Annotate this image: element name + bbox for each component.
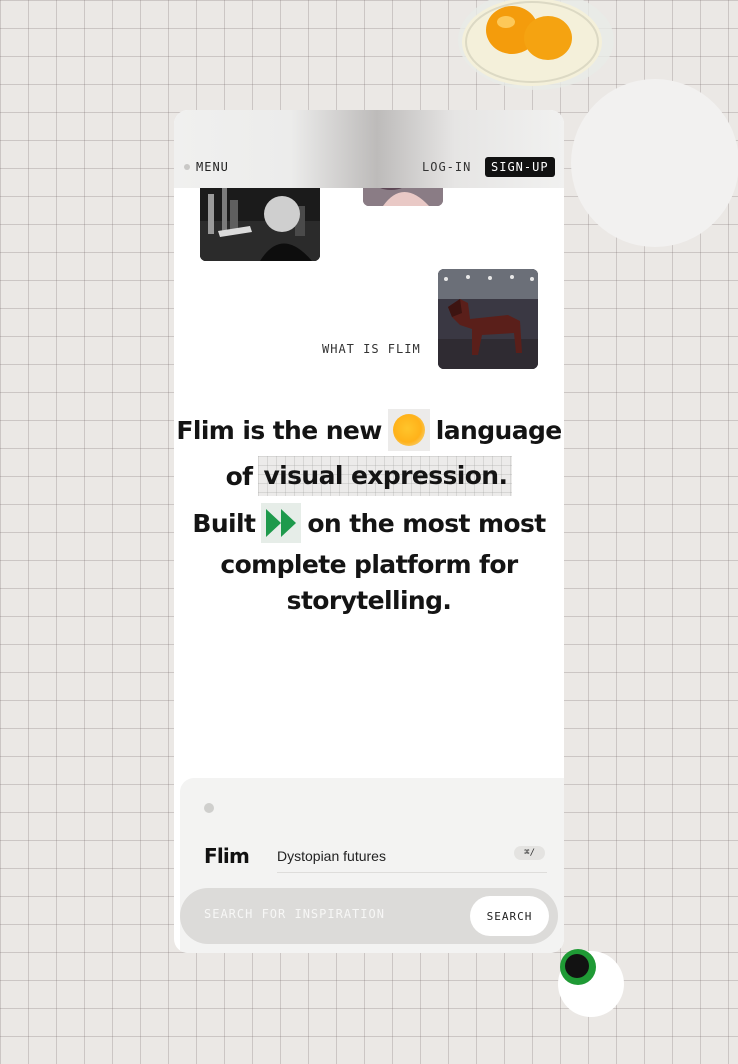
film-still-horse-image[interactable] bbox=[438, 269, 538, 369]
headline-text: of bbox=[225, 461, 253, 491]
fast-forward-icon bbox=[266, 509, 297, 537]
search-panel: Flim Dystopian futures ⌘/ SEARCH bbox=[180, 778, 564, 953]
search-button[interactable]: SEARCH bbox=[470, 896, 549, 936]
headline-line-3: Built on the most most bbox=[174, 500, 564, 546]
search-bar: SEARCH bbox=[180, 888, 558, 944]
headline-line-4: complete platform for bbox=[174, 546, 564, 582]
login-link[interactable]: LOG-IN bbox=[422, 160, 471, 174]
headline-line-1: Flim is the new language bbox=[174, 408, 564, 452]
main-card: MENU LOG-IN SIGN-UP WHAT IS FLIM Flim is… bbox=[174, 110, 564, 953]
film-still-man-image[interactable] bbox=[200, 176, 320, 261]
headline-text: language bbox=[435, 415, 562, 445]
headline-text: Flim is the new bbox=[176, 415, 382, 445]
status-dot-icon bbox=[204, 803, 214, 813]
flim-logo[interactable]: Flim bbox=[204, 844, 250, 868]
headline-line-2: of visual expression. bbox=[174, 452, 564, 500]
signup-button[interactable]: SIGN-UP bbox=[485, 157, 555, 177]
fast-forward-chip bbox=[261, 503, 302, 543]
eye-decoration bbox=[556, 948, 626, 1018]
sun-chip bbox=[387, 409, 430, 451]
menu-label: MENU bbox=[196, 160, 229, 174]
menu-dot-icon bbox=[184, 164, 190, 170]
headline-text: on the most most bbox=[307, 508, 546, 538]
highlighted-phrase: visual expression. bbox=[258, 456, 512, 496]
headline-line-5: storytelling. bbox=[174, 582, 564, 618]
headline-text: storytelling. bbox=[286, 585, 452, 615]
keyboard-shortcut-badge: ⌘/ bbox=[514, 846, 545, 860]
headline-text: Built bbox=[192, 508, 256, 538]
sun-icon bbox=[392, 414, 425, 446]
menu-button[interactable]: MENU bbox=[184, 160, 229, 174]
headline-text: complete platform for bbox=[220, 549, 518, 579]
header-bar: MENU LOG-IN SIGN-UP bbox=[174, 110, 564, 188]
search-input[interactable] bbox=[204, 907, 454, 921]
what-is-flim-label: WHAT IS FLIM bbox=[322, 342, 421, 356]
current-query-row[interactable]: Dystopian futures ⌘/ bbox=[277, 842, 547, 873]
decorative-circle bbox=[571, 79, 738, 247]
current-query-text: Dystopian futures bbox=[277, 848, 386, 864]
egg-decoration bbox=[450, 0, 620, 112]
headline: Flim is the new language of visual expre… bbox=[174, 408, 564, 618]
